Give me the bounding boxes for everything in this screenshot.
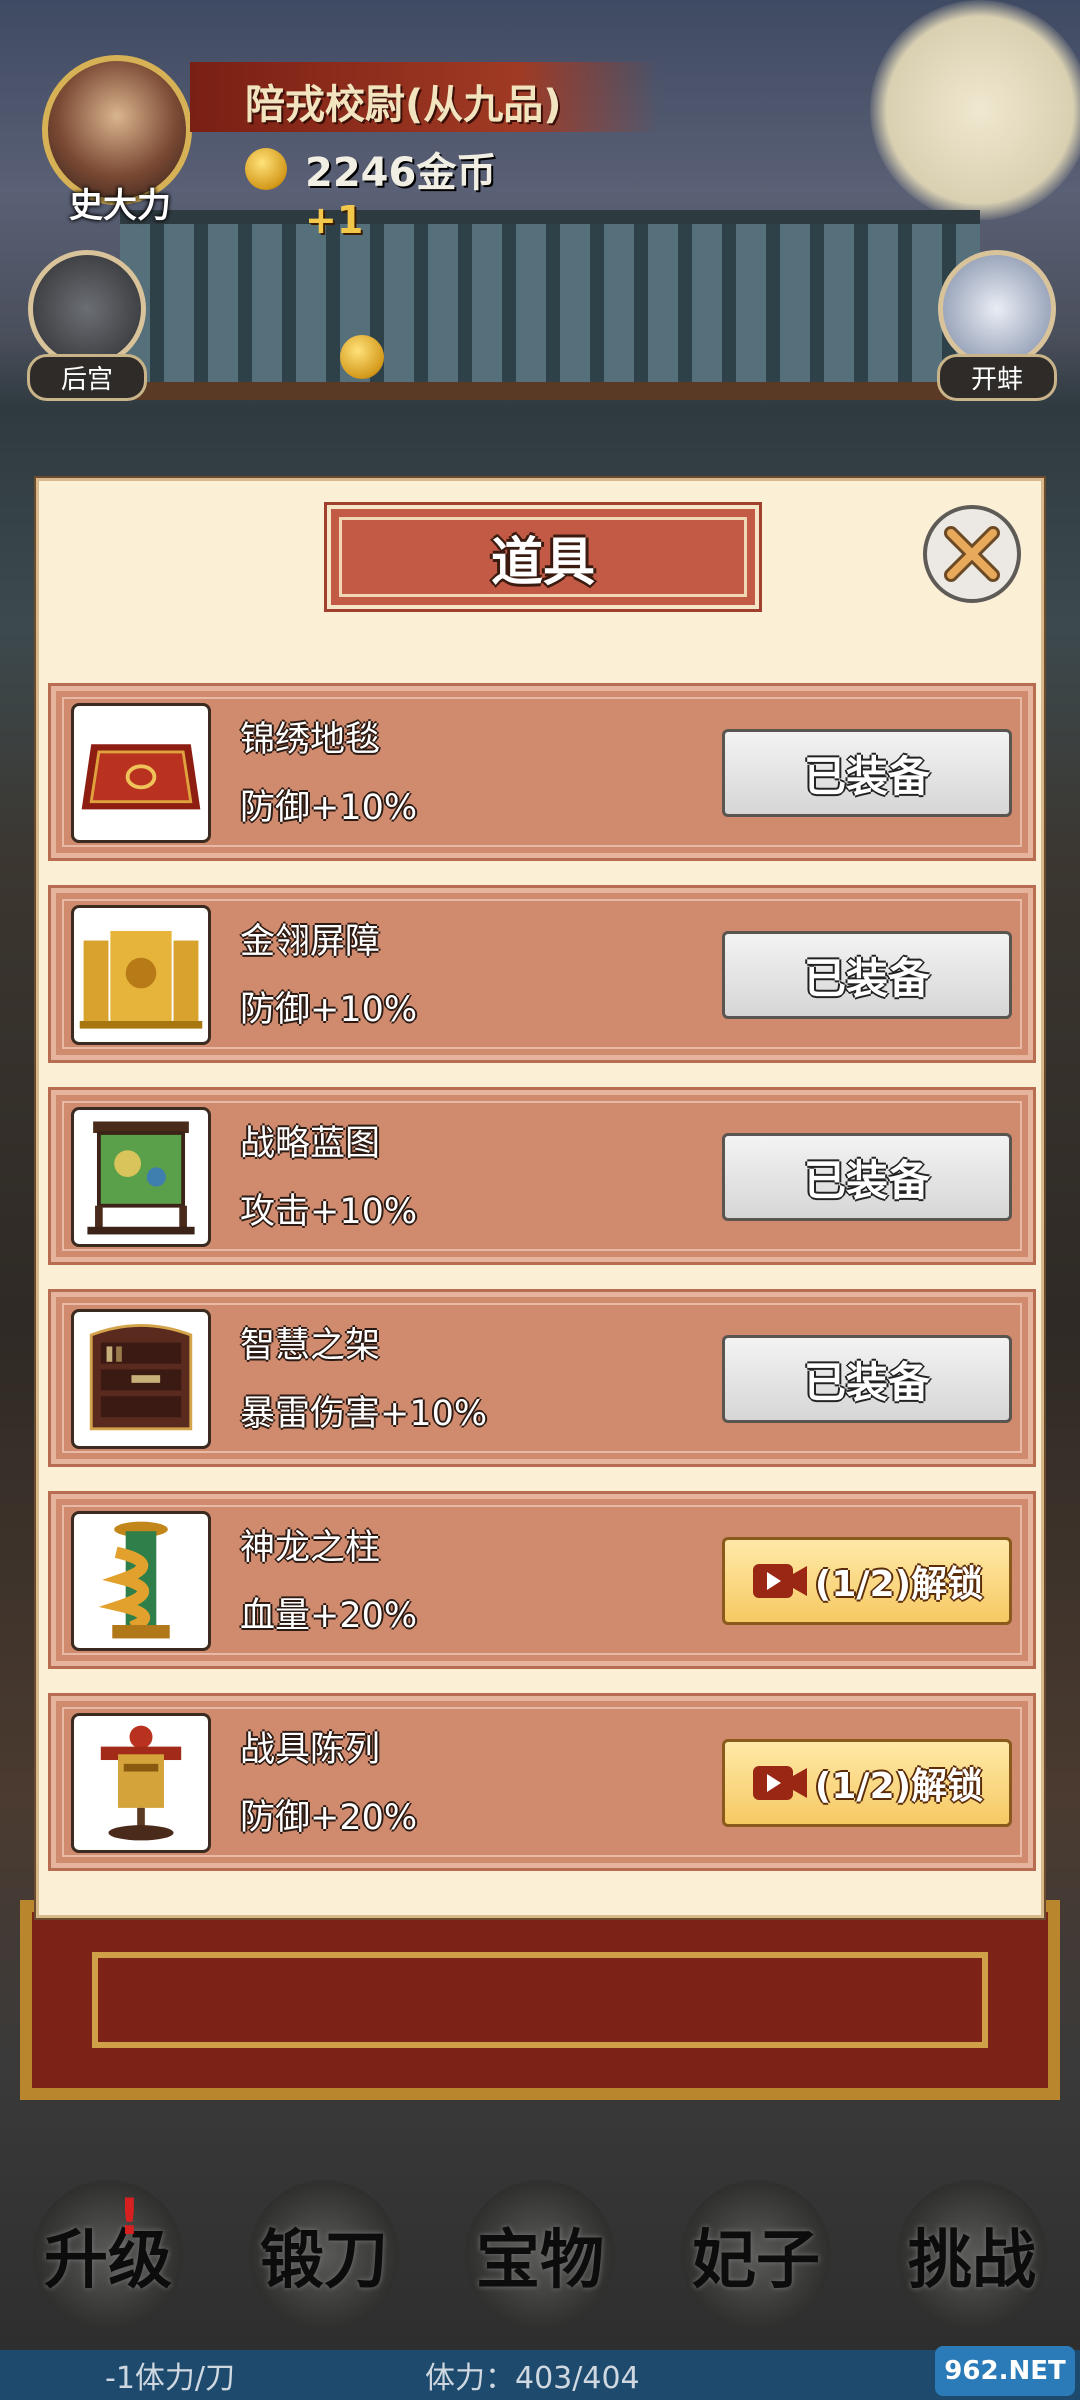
nav-upgrade[interactable]: 升级 [33, 2180, 183, 2330]
equipped-button[interactable]: 已装备 [722, 931, 1012, 1019]
item-name: 金翎屏障 [240, 922, 381, 962]
upgrade-badge: ! [118, 2188, 141, 2246]
dragon-pillar-icon [71, 1511, 211, 1651]
open-clam-button[interactable]: 开蚌 [932, 250, 1062, 401]
item-name: 锦绣地毯 [240, 720, 381, 760]
armor-stand-icon [71, 1713, 211, 1853]
unlock-button[interactable]: (1/2)解锁 [722, 1739, 1012, 1827]
screen-icon [71, 905, 211, 1045]
item-name: 战略蓝图 [240, 1124, 381, 1164]
equipped-button[interactable]: 已装备 [722, 729, 1012, 817]
harem-button[interactable]: 后宫 [22, 250, 152, 401]
player-name: 史大力 [69, 186, 171, 226]
gold-display: 2246金币 [245, 140, 496, 198]
item-effect: 防御+10% [240, 990, 418, 1030]
coin-icon [245, 148, 287, 190]
unlock-label: (1/2)解锁 [814, 1564, 984, 1605]
map-stand-icon [71, 1107, 211, 1247]
item-effect: 血量+20% [240, 1596, 418, 1636]
unlock-label: (1/2)解锁 [814, 1766, 984, 1807]
list-item: 战略蓝图 攻击+10% 已装备 [48, 1087, 1036, 1265]
list-item: 锦绣地毯 防御+10% 已装备 [48, 683, 1036, 861]
list-item: 金翎屏障 防御+10% 已装备 [48, 885, 1036, 1063]
site-watermark: 962.NET [935, 2346, 1075, 2396]
moon [870, 0, 1080, 220]
player-rank: 陪戎校尉(从九品) [245, 82, 562, 128]
item-effect: 防御+10% [240, 788, 418, 828]
close-icon [944, 526, 1000, 582]
carpet-icon [71, 703, 211, 843]
floating-coin-icon[interactable] [340, 335, 384, 379]
item-effect: 攻击+10% [240, 1192, 418, 1232]
modal-title-box: 道具 [324, 502, 762, 612]
stamina-value: 体力：403/404 [425, 2361, 640, 2396]
open-clam-label: 开蚌 [937, 354, 1057, 401]
gold-gain: +1 [305, 198, 364, 242]
list-item: 神龙之柱 血量+20% (1/2)解锁 [48, 1491, 1036, 1669]
gold-amount: 2246金币 [305, 150, 497, 196]
bookshelf-icon [71, 1309, 211, 1449]
item-name: 战具陈列 [240, 1730, 381, 1770]
nav-challenge[interactable]: 挑战 [897, 2180, 1047, 2330]
nav-forge[interactable]: 锻刀 [249, 2180, 399, 2330]
equipped-button[interactable]: 已装备 [722, 1335, 1012, 1423]
nav-consort[interactable]: 妃子 [681, 2180, 831, 2330]
harem-label: 后宫 [27, 354, 147, 401]
unlock-button[interactable]: (1/2)解锁 [722, 1537, 1012, 1625]
item-name: 神龙之柱 [240, 1528, 381, 1568]
close-button[interactable] [923, 505, 1021, 603]
list-item: 战具陈列 防御+20% (1/2)解锁 [48, 1693, 1036, 1871]
lock-icon [28, 250, 146, 368]
clam-shell-icon [938, 250, 1056, 368]
stamina-cost: -1体力/刀 [105, 2361, 236, 2396]
item-effect: 防御+20% [240, 1798, 418, 1838]
item-name: 智慧之架 [240, 1326, 381, 1366]
item-effect: 暴雷伤害+10% [240, 1394, 488, 1434]
nav-treasure[interactable]: 宝物 [465, 2180, 615, 2330]
video-ad-icon [752, 1564, 807, 1598]
item-list: 锦绣地毯 防御+10% 已装备 金翎屏障 防御+10% 已装备 战略蓝图 攻击+… [48, 683, 1036, 1898]
items-modal: 道具 锦绣地毯 防御+10% 已装备 金翎屏障 防御+10% 已装备 战略蓝图 … [36, 478, 1044, 1918]
equipped-button[interactable]: 已装备 [722, 1133, 1012, 1221]
bottom-nav: 升级 锻刀 宝物 妃子 挑战 [0, 2180, 1080, 2330]
video-ad-icon [752, 1766, 807, 1800]
palace-roof [120, 210, 980, 400]
status-bar: -1体力/刀 体力：403/404 [0, 2350, 1080, 2400]
throne-carpet [20, 1900, 1060, 2100]
modal-title: 道具 [490, 532, 595, 593]
list-item: 智慧之架 暴雷伤害+10% 已装备 [48, 1289, 1036, 1467]
